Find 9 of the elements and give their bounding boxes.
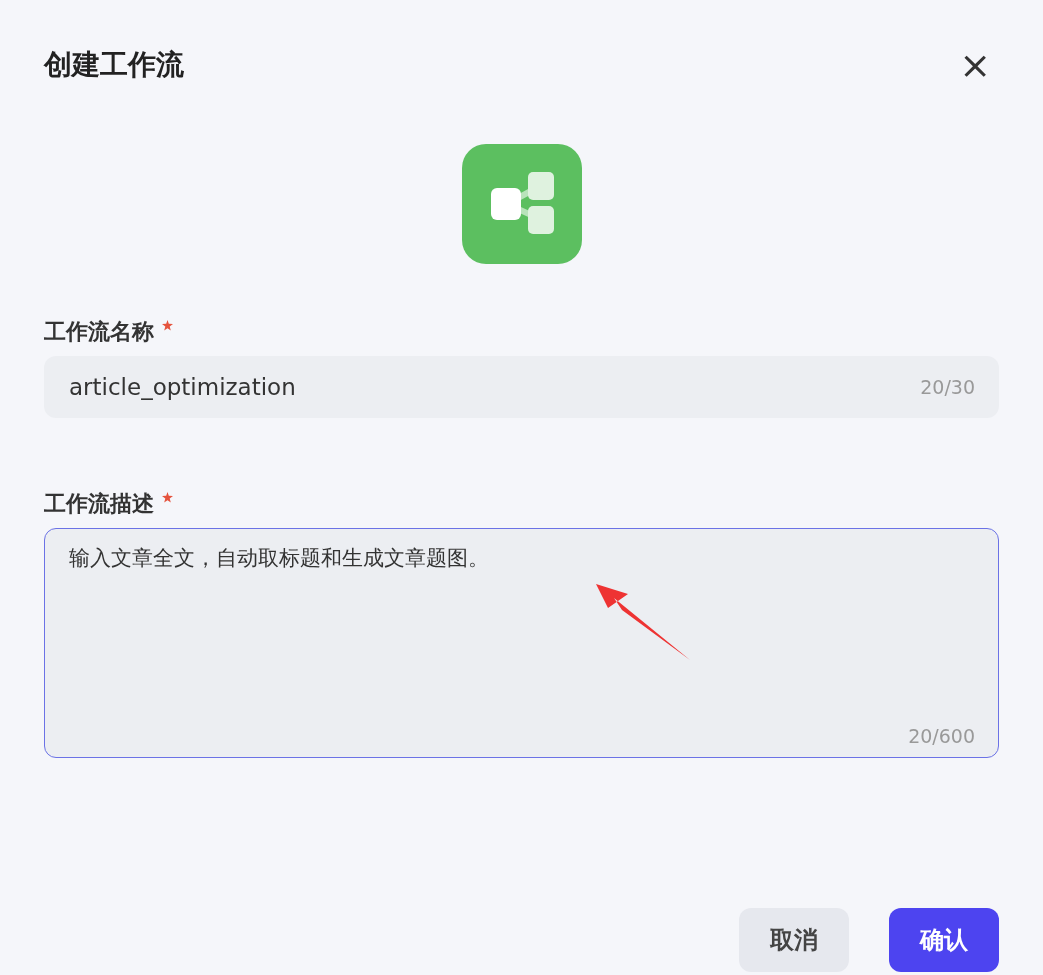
cancel-button[interactable]: 取消	[739, 908, 849, 972]
field-label: 工作流名称	[44, 317, 154, 346]
confirm-button[interactable]: 确认	[889, 908, 999, 972]
field-label: 工作流描述	[44, 489, 154, 518]
dialog-title: 创建工作流	[44, 47, 184, 83]
close-button[interactable]: ×	[959, 46, 991, 84]
character-counter: 20/600	[908, 723, 975, 749]
workflow-icon	[461, 144, 582, 264]
character-counter: 20/30	[920, 375, 975, 400]
